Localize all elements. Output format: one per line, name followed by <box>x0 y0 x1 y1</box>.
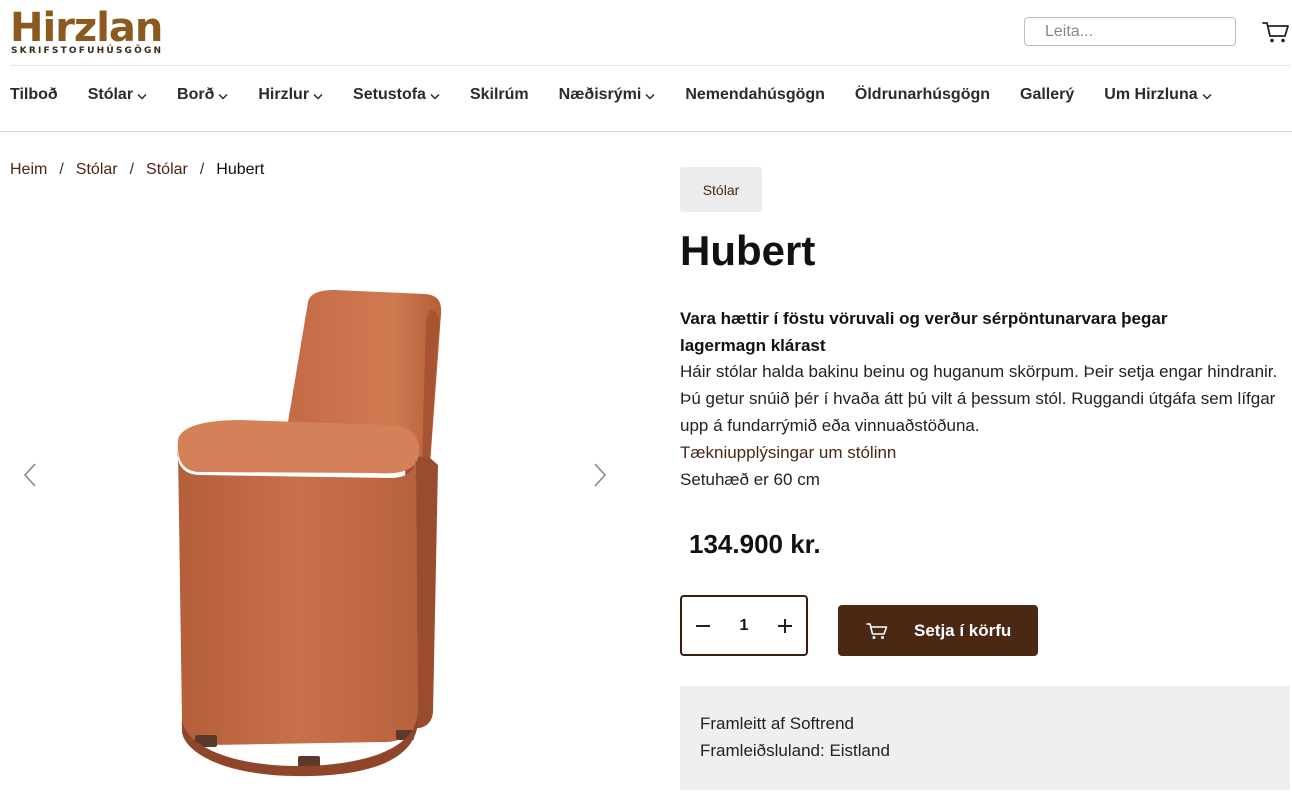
nav-label: Skilrúm <box>469 86 529 103</box>
chevron-down-icon <box>313 93 323 100</box>
nav-label: Stólar <box>87 86 134 103</box>
quantity-input[interactable] <box>729 616 759 635</box>
nav-item-setustofa[interactable]: Setustofa <box>353 86 440 104</box>
brand-tagline: SKRIFSTOFUHÚSGÖGN <box>11 46 164 56</box>
discontinued-notice: Vara hættir í föstu vöruvali og verður s… <box>680 309 1168 355</box>
decrease-button[interactable] <box>692 615 714 637</box>
seat-height: Setuhæð er 60 cm <box>680 470 820 489</box>
nav-item-naedisrymi[interactable]: Næðisrými <box>559 86 656 104</box>
breadcrumb: Heim / Stólar / Stólar / Hubert <box>10 161 264 179</box>
product-gallery <box>10 200 620 795</box>
manufacturer: Framleitt af Softrend <box>700 714 855 733</box>
breadcrumb-separator: / <box>59 161 64 178</box>
chevron-down-icon <box>1202 93 1212 100</box>
breadcrumb-stolar-sub[interactable]: Stólar <box>146 161 188 179</box>
main-nav: Tilboð Stólar Borð Hirzlur Setustofa Ski… <box>10 84 1242 106</box>
chevron-down-icon <box>137 93 147 100</box>
breadcrumb-stolar[interactable]: Stólar <box>76 161 118 179</box>
spec-link[interactable]: Tækniupplýsingar um stólinn <box>680 439 896 466</box>
search-input[interactable] <box>1024 17 1236 46</box>
nav-label: Gallerý <box>1020 86 1075 103</box>
category-badge[interactable]: Stólar <box>680 167 762 212</box>
nav-item-um-hirzluna[interactable]: Um Hirzluna <box>1104 86 1212 104</box>
chevron-down-icon <box>645 93 655 100</box>
nav-item-oldrunarhusgogn[interactable]: Öldrunarhúsgögn <box>855 86 990 104</box>
chevron-left-icon[interactable] <box>22 462 38 488</box>
brand-logo[interactable]: Hirzlan SKRIFSTOFUHÚSGÖGN <box>10 6 180 58</box>
nav-label: Um Hirzluna <box>1104 86 1198 103</box>
nav-label: Hirzlur <box>258 86 310 103</box>
nav-item-tilbod[interactable]: Tilboð <box>10 86 58 104</box>
nav-divider <box>0 131 1292 132</box>
breadcrumb-home[interactable]: Heim <box>10 161 47 179</box>
nav-label: Tilboð <box>10 86 58 103</box>
nav-label: Setustofa <box>353 86 426 103</box>
nav-item-gallery[interactable]: Gallerý <box>1020 86 1074 104</box>
cart-icon <box>866 622 888 639</box>
nav-item-hirzlur[interactable]: Hirzlur <box>258 86 323 104</box>
breadcrumb-separator: / <box>129 161 135 178</box>
nav-label: Næðisrými <box>558 86 642 103</box>
nav-item-skilrum[interactable]: Skilrúm <box>470 86 529 104</box>
chevron-down-icon <box>430 93 440 100</box>
quantity-stepper <box>680 595 808 656</box>
nav-item-bord[interactable]: Borð <box>177 86 228 104</box>
add-to-cart-label: Setja í körfu <box>914 620 1012 640</box>
nav-label: Nemendahúsgögn <box>685 86 825 103</box>
increase-button[interactable] <box>774 615 796 637</box>
product-title: Hubert <box>680 227 816 274</box>
nav-label: Öldrunarhúsgögn <box>854 86 991 103</box>
nav-item-stolar[interactable]: Stólar <box>88 86 147 104</box>
product-description: Háir stólar halda bakinu beinu og huganu… <box>680 362 1278 435</box>
nav-label: Borð <box>177 86 215 103</box>
manufacturer-info: Framleitt af Softrend Framleiðsluland: E… <box>680 686 1290 790</box>
header-divider <box>10 65 1290 66</box>
add-to-cart-button[interactable]: Setja í körfu <box>838 605 1038 656</box>
chevron-right-icon[interactable] <box>592 462 608 488</box>
brand-name: Hirzlan <box>10 5 163 51</box>
country-of-origin: Framleiðsluland: Eistland <box>700 741 890 760</box>
minus-icon <box>696 624 710 627</box>
nav-item-nemendahusgogn[interactable]: Nemendahúsgögn <box>685 86 825 104</box>
plus-icon <box>778 618 792 633</box>
product-image <box>177 290 442 777</box>
breadcrumb-separator: / <box>199 161 205 178</box>
breadcrumb-current: Hubert <box>216 161 265 178</box>
product-price: 134.900 kr. <box>689 529 821 559</box>
cart-icon[interactable] <box>1262 20 1290 44</box>
chevron-down-icon <box>218 93 228 100</box>
